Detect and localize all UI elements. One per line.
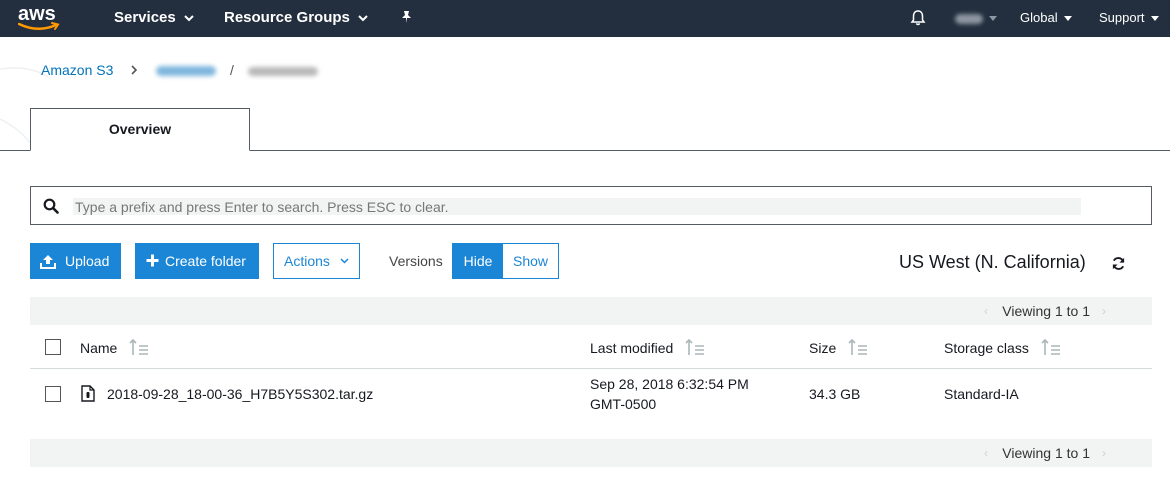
create-folder-label: Create folder	[165, 253, 246, 269]
upload-label: Upload	[65, 253, 110, 269]
resource-groups-label: Resource Groups	[224, 9, 350, 26]
archive-file-icon	[81, 385, 95, 402]
column-storage-class[interactable]: Storage class	[944, 338, 1061, 356]
chevron-down-icon	[989, 15, 997, 21]
tab-overview[interactable]: Overview	[30, 108, 250, 151]
actions-label: Actions	[284, 253, 330, 269]
aws-smile-icon	[18, 22, 60, 30]
plus-icon	[146, 254, 159, 267]
row-storage-class: Standard-IA	[944, 386, 1019, 402]
pin-icon[interactable]	[400, 10, 413, 26]
chevron-down-icon	[184, 14, 194, 21]
pager-next-button[interactable]: ›	[1102, 446, 1106, 460]
breadcrumb: Amazon S3 /	[41, 62, 318, 82]
row-checkbox[interactable]	[45, 386, 61, 402]
select-all-checkbox[interactable]	[45, 339, 61, 355]
sort-icon	[129, 338, 149, 355]
bucket-region: US West (N. California)	[899, 252, 1086, 272]
pager-status: Viewing 1 to 1	[1002, 303, 1090, 319]
table-header: Name Last modified Size Storage class	[30, 326, 1152, 369]
actions-dropdown[interactable]: Actions	[273, 243, 360, 279]
breadcrumb-chevron-icon	[131, 62, 142, 78]
upload-icon	[40, 255, 56, 269]
column-name-label: Name	[80, 340, 118, 356]
chevron-down-icon	[340, 258, 349, 264]
pager-bottom: ‹ Viewing 1 to 1 ›	[30, 439, 1152, 467]
row-size: 34.3 GB	[809, 386, 861, 402]
aws-logo[interactable]: aws	[18, 2, 62, 32]
column-size[interactable]: Size	[809, 338, 868, 356]
pager-next-button[interactable]: ›	[1102, 304, 1106, 318]
region-menu-label: Global	[1020, 10, 1058, 25]
resource-groups-menu[interactable]: Resource Groups	[224, 0, 368, 37]
services-menu[interactable]: Services	[114, 0, 194, 37]
column-last-modified[interactable]: Last modified	[590, 338, 705, 356]
top-nav-bar: aws Services Resource Groups Global Supp…	[0, 0, 1170, 37]
pager-prev-button[interactable]: ‹	[984, 304, 988, 318]
search-input[interactable]	[73, 198, 1081, 215]
sort-icon	[1041, 338, 1060, 355]
chevron-down-icon	[1063, 15, 1072, 21]
breadcrumb-folder-redacted[interactable]	[247, 66, 318, 76]
account-name-redacted	[955, 13, 983, 24]
account-menu[interactable]	[955, 0, 997, 37]
versions-label: Versions	[389, 253, 443, 269]
row-file-name[interactable]: 2018-09-28_18-00-36_H7B5Y5S302.tar.gz	[107, 386, 373, 402]
tab-overview-label: Overview	[108, 121, 172, 137]
create-folder-button[interactable]: Create folder	[135, 243, 259, 279]
pager-top: ‹ Viewing 1 to 1 ›	[30, 297, 1152, 325]
chevron-down-icon	[358, 14, 368, 21]
upload-button[interactable]: Upload	[30, 243, 121, 279]
search-icon	[43, 198, 59, 214]
versions-show-button[interactable]: Show	[503, 244, 558, 278]
row-last-modified-date: Sep 28, 2018 6:32:54 PM	[590, 376, 749, 392]
search-box	[30, 186, 1152, 225]
sort-icon	[848, 338, 868, 355]
column-last-modified-label: Last modified	[590, 340, 674, 356]
column-storage-class-label: Storage class	[944, 340, 1029, 356]
bell-icon[interactable]	[910, 9, 926, 27]
region-menu[interactable]: Global	[1020, 0, 1072, 37]
column-name[interactable]: Name	[80, 338, 149, 356]
support-menu[interactable]: Support	[1099, 0, 1159, 37]
breadcrumb-amazon-s3[interactable]: Amazon S3	[41, 62, 113, 78]
sort-icon	[685, 338, 705, 355]
table-row: 2018-09-28_18-00-36_H7B5Y5S302.tar.gz Se…	[30, 370, 1152, 420]
versions-toggle: Hide Show	[452, 243, 559, 279]
row-last-modified-tz: GMT-0500	[590, 396, 657, 412]
versions-hide-button[interactable]: Hide	[453, 244, 503, 278]
breadcrumb-separator: /	[230, 62, 234, 78]
support-label: Support	[1099, 10, 1145, 25]
refresh-icon[interactable]	[1111, 256, 1126, 271]
breadcrumb-bucket-redacted[interactable]	[156, 66, 217, 77]
column-size-label: Size	[809, 340, 837, 356]
pager-prev-button[interactable]: ‹	[984, 446, 988, 460]
chevron-down-icon	[1150, 15, 1159, 21]
pager-status: Viewing 1 to 1	[1002, 445, 1090, 461]
services-label: Services	[114, 9, 176, 26]
